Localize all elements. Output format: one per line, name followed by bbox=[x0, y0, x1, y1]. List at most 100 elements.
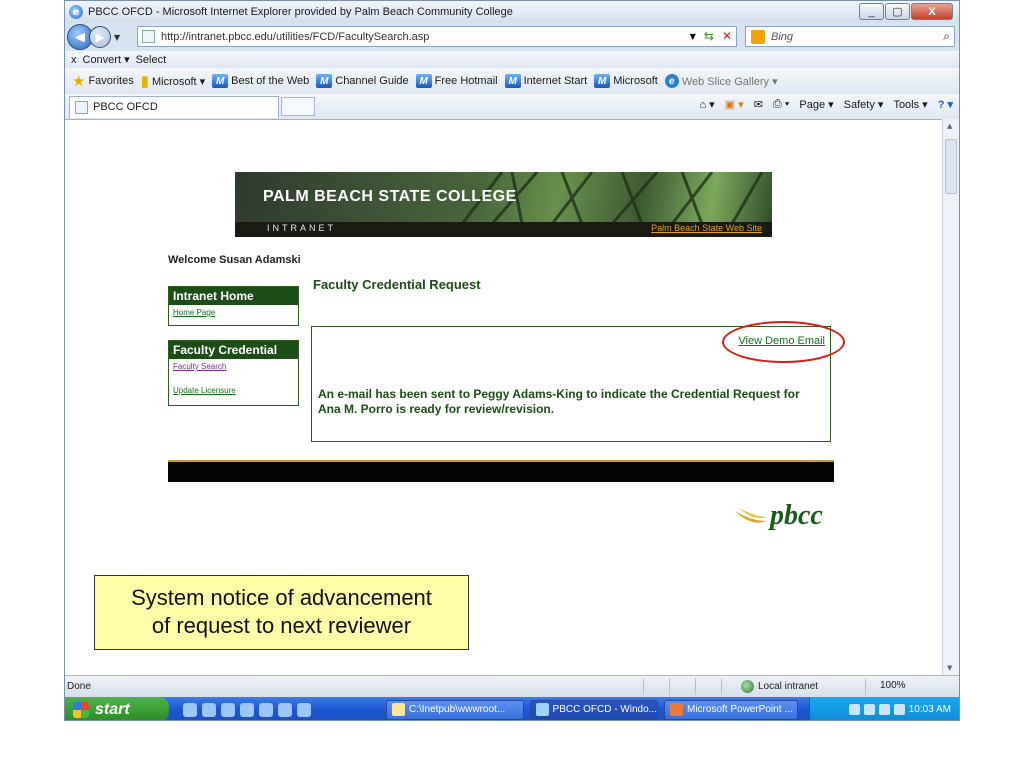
start-label: start bbox=[95, 700, 130, 718]
tab-label: PBCC OFCD bbox=[93, 101, 158, 113]
bing-icon bbox=[751, 29, 765, 44]
search-placeholder[interactable]: Bing bbox=[771, 31, 793, 43]
favorites-bar: ★ Favorites ▮ Microsoft ▾ M Best of the … bbox=[65, 68, 959, 94]
search-icon[interactable]: ⌕ bbox=[943, 29, 950, 44]
favorite-microsoft-menu[interactable]: ▮ Microsoft ▾ bbox=[141, 72, 205, 90]
update-icon[interactable] bbox=[893, 704, 905, 715]
home-page-link[interactable]: Home Page bbox=[169, 305, 298, 319]
address-dropdown-icon[interactable]: ▼ bbox=[690, 32, 696, 41]
favorite-label: Microsoft bbox=[613, 75, 658, 87]
security-zone[interactable]: Local intranet bbox=[741, 680, 818, 693]
clock[interactable]: 10:03 AM bbox=[909, 704, 951, 715]
favorite-channel-guide[interactable]: M Channel Guide bbox=[316, 74, 409, 88]
convert-button[interactable]: Convert ▾ bbox=[83, 53, 130, 66]
tools-menu[interactable]: Tools ▾ bbox=[893, 98, 927, 111]
pbcc-logo-text: pbcc bbox=[770, 500, 823, 531]
stop-icon[interactable]: ✕ bbox=[722, 29, 732, 43]
favorite-free-hotmail[interactable]: M Free Hotmail bbox=[415, 74, 498, 88]
address-url[interactable]: http://intranet.pbcc.edu/utilities/FCD/F… bbox=[161, 31, 429, 43]
update-licensure-link[interactable]: Update Licensure bbox=[169, 383, 298, 397]
convert-toolbar: x Convert ▾ Select bbox=[65, 51, 959, 68]
college-banner: PALM BEACH STATE COLLEGE INTRANET Palm B… bbox=[235, 172, 772, 237]
close-button[interactable]: X bbox=[911, 3, 953, 20]
scroll-thumb[interactable] bbox=[945, 139, 957, 194]
favorite-label: Web Slice Gallery ▾ bbox=[681, 75, 778, 88]
app-quick-icon[interactable] bbox=[278, 702, 292, 717]
task-powerpoint[interactable]: Microsoft PowerPoint ... bbox=[664, 699, 798, 720]
app-quick-icon[interactable] bbox=[240, 702, 254, 717]
nav-box-faculty-credential: Faculty Credential Faculty Search Update… bbox=[168, 340, 299, 406]
msn-icon: M bbox=[415, 74, 432, 88]
favorites-label: Favorites bbox=[88, 75, 134, 87]
callout-note: System notice of advancement of request … bbox=[94, 575, 469, 650]
status-divider bbox=[669, 678, 670, 695]
swoosh-icon bbox=[735, 508, 767, 523]
home-icon[interactable]: ⌂ ▾ bbox=[699, 98, 714, 111]
status-divider bbox=[721, 678, 722, 695]
page-menu[interactable]: Page ▾ bbox=[799, 98, 833, 111]
folder-quick-icon[interactable] bbox=[221, 702, 235, 717]
task-pbcc-ofcd[interactable]: PBCC OFCD - Windo... bbox=[530, 699, 658, 720]
favorite-label: Best of the Web bbox=[231, 75, 310, 87]
msn-icon: M bbox=[594, 74, 611, 88]
command-bar: ⌂ ▾ ▣ ▾ ✉ ⎙ ▾ Page ▾ Safety ▾ Tools ▾ ? … bbox=[689, 98, 953, 111]
task-explorer[interactable]: C:\Inetpub\wwwroot... bbox=[386, 699, 524, 720]
scroll-down-icon[interactable]: ▼ bbox=[947, 664, 952, 672]
volume-icon[interactable] bbox=[863, 704, 875, 715]
address-row: ◀ ▶ ▼ http://intranet.pbcc.edu/utilities… bbox=[65, 23, 959, 51]
favorites-button[interactable]: ★ Favorites bbox=[72, 72, 134, 90]
mail-icon[interactable]: ✉ bbox=[754, 98, 763, 111]
start-button[interactable]: start bbox=[65, 697, 169, 720]
minimize-button[interactable]: _ bbox=[859, 3, 884, 20]
powerpoint-quick-icon[interactable] bbox=[297, 702, 311, 717]
highlight-circle bbox=[722, 321, 845, 363]
network-icon[interactable] bbox=[848, 704, 860, 715]
callout-line-1: System notice of advancement bbox=[131, 585, 432, 610]
tab-pbcc-ofcd[interactable]: PBCC OFCD bbox=[69, 95, 279, 118]
nav-heading: Intranet Home bbox=[169, 287, 298, 305]
status-divider bbox=[695, 678, 696, 695]
security-icon[interactable] bbox=[878, 704, 890, 715]
restore-button[interactable]: ▢ bbox=[885, 3, 910, 20]
help-icon[interactable]: ? ▾ bbox=[938, 98, 953, 111]
safety-menu[interactable]: Safety ▾ bbox=[844, 98, 884, 111]
address-field[interactable]: http://intranet.pbcc.edu/utilities/FCD/F… bbox=[137, 26, 737, 47]
internet-explorer-icon: e bbox=[69, 5, 83, 19]
search-field[interactable]: Bing ⌕ bbox=[745, 26, 955, 47]
refresh-icon[interactable]: ⇆ bbox=[704, 29, 714, 43]
faculty-search-link[interactable]: Faculty Search bbox=[169, 359, 298, 373]
status-divider bbox=[643, 678, 644, 695]
msn-icon: M bbox=[504, 74, 521, 88]
status-bar: Done Local intranet 100% bbox=[65, 675, 959, 697]
title-bar: e PBCC OFCD - Microsoft Internet Explore… bbox=[65, 1, 959, 23]
browser-quick-icon[interactable] bbox=[202, 702, 216, 717]
vertical-scrollbar[interactable]: ▲ ▼ bbox=[942, 119, 959, 675]
web-site-link[interactable]: Palm Beach State Web Site bbox=[651, 223, 762, 233]
favorite-microsoft[interactable]: M Microsoft bbox=[594, 74, 658, 88]
tab-row: PBCC OFCD ⌂ ▾ ▣ ▾ ✉ ⎙ ▾ Page ▾ Safety ▾ … bbox=[65, 94, 959, 119]
feeds-icon[interactable]: ▣ ▾ bbox=[725, 98, 744, 111]
forward-button[interactable]: ▶ bbox=[89, 26, 111, 48]
folder-icon bbox=[392, 703, 405, 716]
new-tab-button[interactable] bbox=[281, 97, 315, 116]
page-title: Faculty Credential Request bbox=[313, 277, 481, 292]
windows-taskbar: start C:\Inetpub\wwwroot... PBCC OFCD - … bbox=[65, 697, 959, 720]
ie-icon bbox=[536, 703, 549, 716]
select-button[interactable]: Select bbox=[136, 54, 167, 66]
star-icon: ★ bbox=[72, 73, 86, 90]
app-quick-icon[interactable] bbox=[259, 702, 273, 717]
college-name: PALM BEACH STATE COLLEGE bbox=[263, 188, 517, 205]
print-icon[interactable]: ⎙ ▾ bbox=[773, 98, 789, 111]
history-dropdown-icon[interactable]: ▼ bbox=[114, 33, 120, 42]
zoom-level[interactable]: 100% bbox=[880, 680, 906, 691]
favorite-best-of-web[interactable]: M Best of the Web bbox=[212, 74, 309, 88]
window-controls: _ ▢ X bbox=[858, 3, 953, 20]
welcome-text: Welcome Susan Adamski bbox=[168, 254, 301, 266]
close-toolbar-icon[interactable]: x bbox=[71, 54, 77, 66]
favorite-internet-start[interactable]: M Internet Start bbox=[504, 74, 587, 88]
scroll-up-icon[interactable]: ▲ bbox=[947, 122, 952, 130]
favorite-web-slice-gallery[interactable]: e Web Slice Gallery ▾ bbox=[664, 74, 778, 88]
ie-quick-icon[interactable] bbox=[183, 702, 197, 717]
status-text: Done bbox=[67, 681, 91, 692]
page-icon bbox=[142, 30, 155, 43]
